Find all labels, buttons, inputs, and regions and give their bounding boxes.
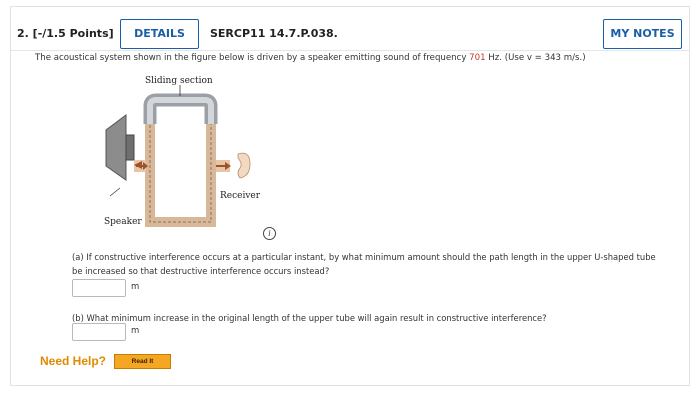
part-b-answer-input[interactable]	[72, 323, 126, 341]
part-b-question: (b) What minimum increase in the origina…	[72, 313, 547, 323]
prompt-text-end: Hz. (Use v = 343 m/s.)	[485, 53, 586, 63]
question-header: 2. [-/1.5 Points] DETAILS SERCP11 14.7.P…	[11, 7, 689, 51]
u-tube	[145, 110, 216, 227]
speaker-label: Speaker	[104, 217, 142, 227]
part-b-unit: m	[131, 326, 140, 336]
info-icon[interactable]: i	[263, 227, 276, 240]
ear-icon	[237, 152, 251, 179]
speaker-pointer	[109, 187, 121, 197]
acoustical-system-figure: Sliding section Receiver Speaker	[90, 70, 280, 235]
receiver-label: Receiver	[220, 191, 261, 201]
need-help-label: Need Help?	[40, 354, 107, 368]
question-code: SERCP11 14.7.P.038.	[210, 27, 338, 40]
sliding-section	[143, 93, 218, 124]
part-a-answer-input[interactable]	[72, 279, 126, 297]
question-number: 2. [-/1.5 Points]	[17, 27, 114, 40]
question-prompt: The acoustical system shown in the figur…	[35, 53, 586, 63]
tube-diagram	[105, 85, 251, 227]
part-a-unit: m	[131, 282, 140, 292]
prompt-text-start: The acoustical system shown in the figur…	[35, 53, 470, 63]
read-it-button[interactable]: Read It	[114, 354, 171, 369]
speaker-icon	[105, 114, 135, 181]
part-a-question: (a) If constructive interference occurs …	[72, 252, 656, 276]
frequency-value: 701	[469, 53, 486, 63]
my-notes-button[interactable]: MY NOTES	[603, 19, 682, 49]
sliding-section-label: Sliding section	[145, 76, 213, 86]
details-button[interactable]: DETAILS	[120, 19, 199, 49]
